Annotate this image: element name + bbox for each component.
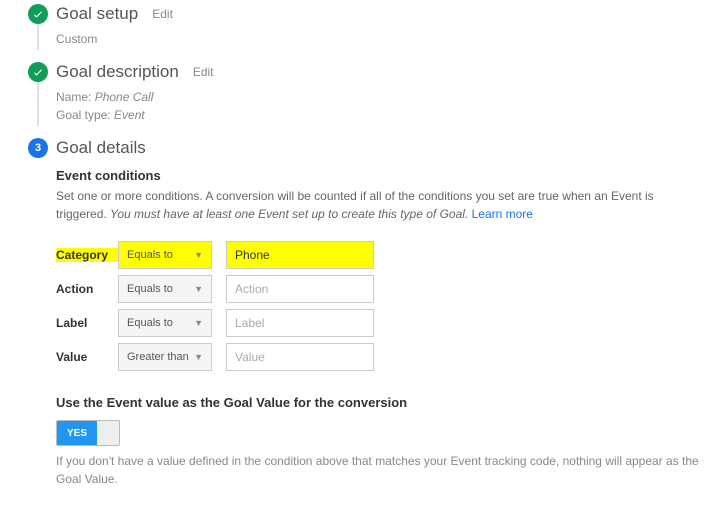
condition-input-label[interactable] (226, 309, 374, 337)
condition-input-value[interactable] (226, 343, 374, 371)
step-goal-details: 3 Goal details Event conditions Set one … (28, 138, 719, 488)
condition-label-action: Action (56, 282, 118, 296)
op-text: Equals to (127, 317, 173, 329)
learn-more-link[interactable]: Learn more (472, 207, 533, 221)
toggle-on-label: YES (57, 421, 97, 445)
step-setup-sub: Custom (56, 30, 719, 48)
caret-down-icon: ▼ (194, 318, 203, 328)
caret-down-icon: ▼ (194, 284, 203, 294)
edit-setup-link[interactable]: Edit (152, 7, 173, 21)
condition-label-category: Category (56, 248, 118, 262)
type-label: Goal type: (56, 108, 111, 122)
condition-row-label: Label Equals to ▼ (56, 309, 719, 337)
caret-down-icon: ▼ (194, 352, 203, 362)
step-number-badge: 3 (28, 138, 48, 158)
step-connector (37, 82, 39, 126)
name-value: Phone Call (95, 90, 154, 104)
condition-op-category[interactable]: Equals to ▼ (118, 241, 212, 269)
step-goal-description: Goal description Edit Name: Phone Call G… (28, 62, 719, 124)
condition-op-value[interactable]: Greater than ▼ (118, 343, 212, 371)
step-description-sub: Name: Phone Call Goal type: Event (56, 88, 719, 124)
name-label: Name: (56, 90, 91, 104)
toggle-off-side (97, 421, 119, 445)
condition-input-action[interactable] (226, 275, 374, 303)
condition-row-action: Action Equals to ▼ (56, 275, 719, 303)
goal-value-help: If you don't have a value defined in the… (56, 452, 706, 488)
caret-down-icon: ▼ (194, 250, 203, 260)
condition-op-action[interactable]: Equals to ▼ (118, 275, 212, 303)
check-icon (28, 62, 48, 82)
step-connector (37, 24, 39, 50)
op-text: Equals to (127, 249, 173, 261)
event-conditions-title: Event conditions (56, 168, 719, 183)
event-conditions-desc: Set one or more conditions. A conversion… (56, 187, 706, 223)
type-value: Event (114, 108, 145, 122)
step-details-title: Goal details (56, 138, 146, 158)
goal-value-toggle[interactable]: YES (56, 420, 120, 446)
condition-label-value: Value (56, 350, 118, 364)
edit-description-link[interactable]: Edit (193, 65, 214, 79)
step-description-title: Goal description (56, 62, 179, 82)
condition-op-label[interactable]: Equals to ▼ (118, 309, 212, 337)
goal-value-label: Use the Event value as the Goal Value fo… (56, 395, 719, 410)
condition-row-value: Value Greater than ▼ (56, 343, 719, 371)
condition-row-category: Category Equals to ▼ (56, 241, 719, 269)
conditions-table: Category Equals to ▼ Action Equals to ▼ … (56, 241, 719, 371)
condition-input-category[interactable] (226, 241, 374, 269)
op-text: Greater than (127, 351, 189, 363)
step-setup-title: Goal setup (56, 4, 138, 24)
step-goal-setup: Goal setup Edit Custom (28, 4, 719, 48)
check-icon (28, 4, 48, 24)
desc-italic: You must have at least one Event set up … (110, 207, 468, 221)
condition-label-label: Label (56, 316, 118, 330)
op-text: Equals to (127, 283, 173, 295)
